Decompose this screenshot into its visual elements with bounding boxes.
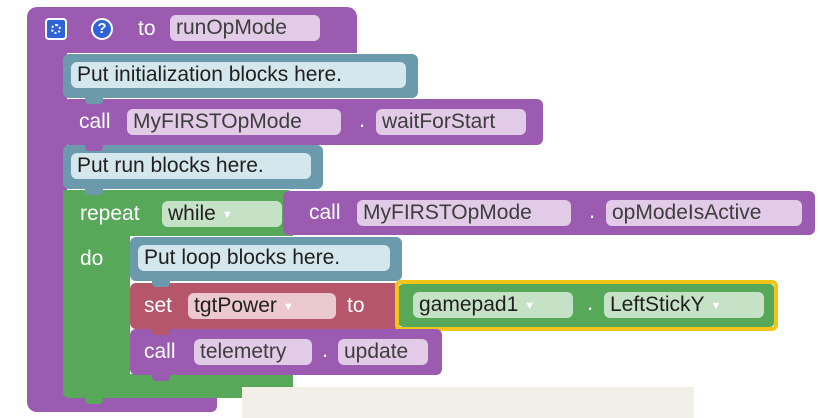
repeat-mode-dropdown[interactable]: while ▼ — [162, 201, 282, 227]
comment-init-text[interactable]: Put initialization blocks here. — [71, 62, 406, 88]
property-name: LeftStickY — [610, 293, 705, 316]
to-label: to — [347, 294, 365, 317]
comment-block-init[interactable]: Put initialization blocks here. — [63, 54, 418, 98]
call-label: call — [79, 110, 111, 133]
set-label: set — [144, 294, 173, 317]
comment-block-loop[interactable]: Put loop blocks here. — [130, 237, 402, 281]
call-object-field[interactable]: MyFIRSTOpMode — [127, 109, 341, 135]
gamepad-name: gamepad1 — [419, 293, 519, 316]
comment-block-run[interactable]: Put run blocks here. — [63, 145, 323, 189]
to-label: to — [138, 17, 156, 40]
connector-notch — [152, 373, 170, 381]
call-telemetry-update-block[interactable]: call telemetry . update — [130, 329, 442, 375]
dot-separator: . — [322, 337, 329, 362]
connector-notch — [85, 396, 103, 404]
variable-name: tgtPower — [194, 294, 277, 317]
connector-notch — [85, 96, 103, 104]
dropdown-arrow-icon: ▼ — [710, 300, 722, 312]
dot-separator: . — [359, 107, 366, 132]
connector-notch — [152, 279, 170, 287]
overlay-panel — [242, 387, 694, 418]
do-label: do — [80, 247, 104, 270]
call-object-field[interactable]: telemetry — [194, 339, 312, 365]
dot-separator: . — [589, 198, 596, 223]
call-label: call — [144, 340, 176, 363]
repeat-label: repeat — [80, 202, 140, 225]
gamepad-leftsticky-block[interactable]: gamepad1 ▼ . LeftStickY ▼ — [399, 284, 774, 327]
dot-separator: . — [587, 290, 594, 315]
gear-icon[interactable] — [45, 18, 67, 40]
call-object-field[interactable]: MyFIRSTOpMode — [357, 200, 571, 226]
call-opmodeisactive-block[interactable]: call MyFIRSTOpMode . opModeIsActive — [283, 191, 815, 235]
procedure-block-body — [27, 40, 67, 410]
gamepad-dropdown[interactable]: gamepad1 ▼ — [413, 292, 573, 318]
comment-loop-text[interactable]: Put loop blocks here. — [138, 245, 390, 271]
set-variable-block[interactable]: set tgtPower ▼ to — [130, 283, 400, 329]
dropdown-arrow-icon: ▼ — [282, 301, 294, 313]
property-dropdown[interactable]: LeftStickY ▼ — [604, 292, 764, 318]
call-waitforstart-block[interactable]: call MyFIRSTOpMode . waitForStart — [63, 99, 543, 145]
variable-dropdown[interactable]: tgtPower ▼ — [188, 293, 336, 319]
connector-notch — [85, 187, 103, 195]
dropdown-arrow-icon: ▼ — [524, 300, 536, 312]
call-method-field[interactable]: waitForStart — [376, 109, 526, 135]
connector-notch — [85, 143, 103, 151]
procedure-name-field[interactable]: runOpMode — [170, 15, 320, 41]
comment-run-text[interactable]: Put run blocks here. — [71, 153, 311, 179]
call-method-field[interactable]: update — [338, 339, 428, 365]
call-label: call — [309, 201, 341, 224]
help-icon[interactable]: ? — [91, 18, 113, 40]
connector-notch — [152, 327, 170, 335]
dropdown-arrow-icon: ▼ — [221, 209, 233, 221]
repeat-mode-value: while — [168, 202, 216, 225]
call-method-field[interactable]: opModeIsActive — [606, 200, 802, 226]
